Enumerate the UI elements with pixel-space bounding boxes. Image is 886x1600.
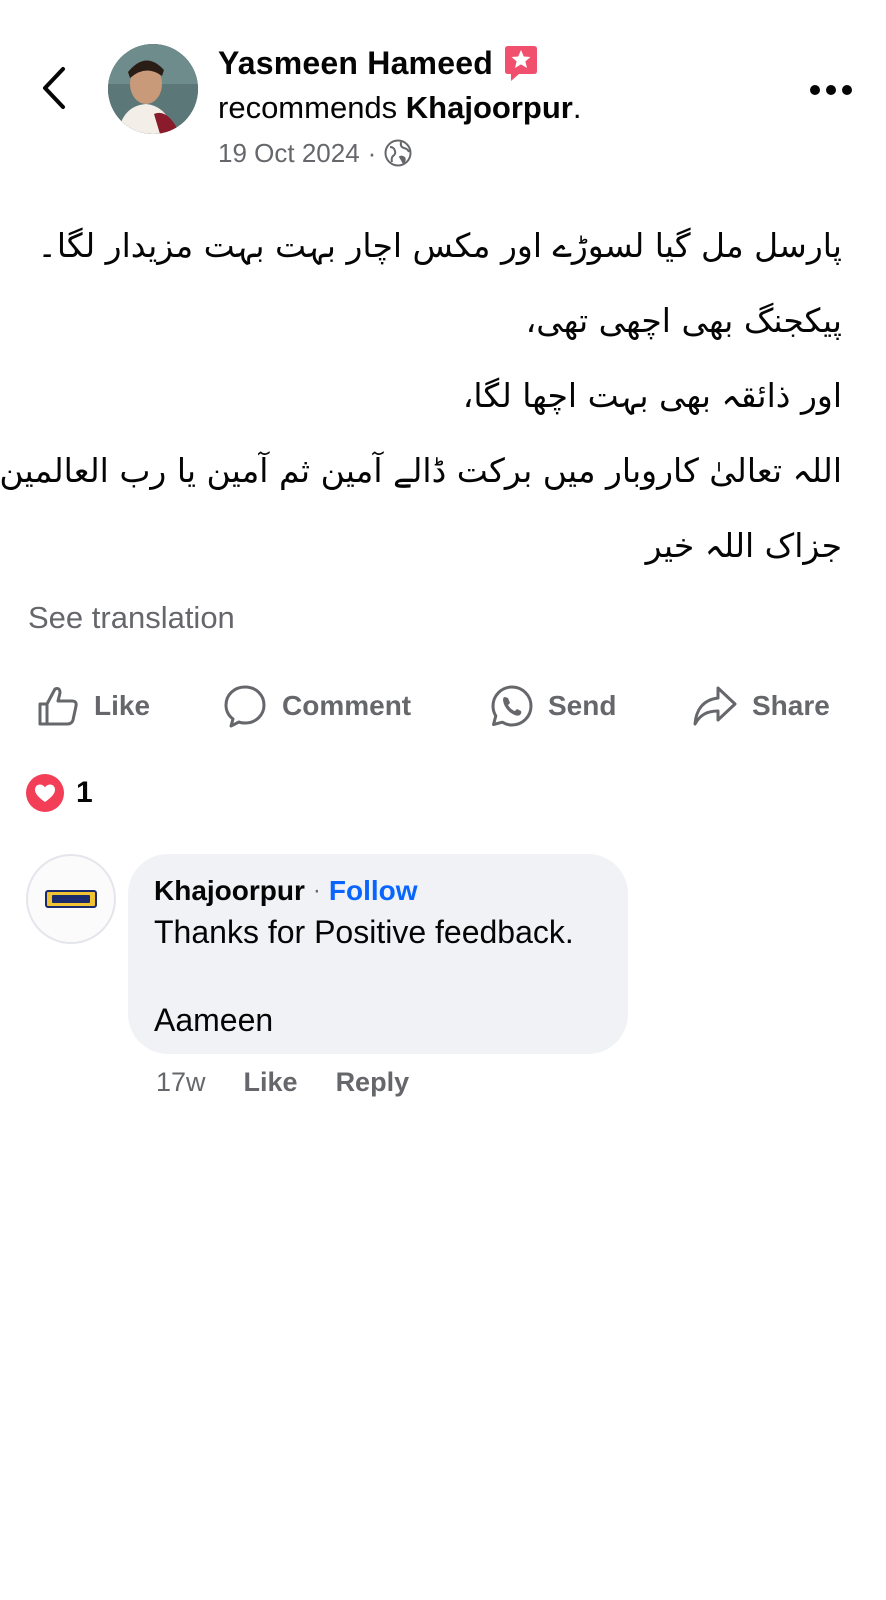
like-label: Like bbox=[94, 690, 151, 721]
recommendation-line: recommends Khajoorpur. bbox=[218, 86, 778, 130]
post-body-line: اور ذائقہ بھی بہت اچھا لگا، bbox=[462, 376, 842, 415]
author-name[interactable]: Yasmeen Hameed bbox=[218, 45, 493, 82]
post-body-line: جزاک اللہ خیر bbox=[645, 526, 842, 565]
like-button[interactable]: Like bbox=[36, 678, 150, 734]
follow-button[interactable]: Follow bbox=[329, 875, 418, 907]
post-body-line: پیکجنگ بھی اچھی تھی، bbox=[525, 301, 842, 340]
recommendation-star-icon bbox=[503, 44, 539, 82]
post-header: Yasmeen Hameed recommends Khajoorpur. 19… bbox=[218, 40, 778, 174]
comment-separator: · bbox=[312, 877, 321, 904]
commenter-avatar[interactable] bbox=[26, 854, 116, 944]
recommends-suffix: . bbox=[572, 90, 582, 125]
more-options-button[interactable] bbox=[806, 78, 856, 102]
comment-meta: 17w Like Reply bbox=[156, 1062, 409, 1102]
share-arrow-icon bbox=[693, 686, 737, 726]
post-detail-page: Yasmeen Hameed recommends Khajoorpur. 19… bbox=[0, 0, 886, 1600]
see-translation-link[interactable]: See translation bbox=[28, 600, 235, 636]
comment-bubble-icon bbox=[224, 685, 266, 728]
profile-photo bbox=[108, 44, 198, 134]
commenter-name[interactable]: Khajoorpur bbox=[154, 875, 305, 907]
comment-text: Thanks for Positive feedback. Aameen bbox=[154, 914, 574, 1038]
back-button[interactable] bbox=[34, 62, 74, 114]
meta-separator: · bbox=[367, 137, 377, 168]
globe-icon bbox=[384, 139, 412, 167]
send-button[interactable]: Send bbox=[490, 678, 616, 734]
comment-label: Comment bbox=[282, 690, 412, 721]
chevron-left-icon bbox=[43, 67, 65, 109]
whatsapp-icon bbox=[491, 685, 533, 727]
author-avatar[interactable] bbox=[108, 44, 198, 134]
share-label: Share bbox=[752, 690, 830, 721]
post-date[interactable]: 19 Oct 2024 bbox=[218, 138, 360, 169]
logo-banner bbox=[52, 895, 90, 903]
heart-reaction-icon bbox=[26, 774, 64, 812]
comment-reply-button[interactable]: Reply bbox=[336, 1067, 410, 1098]
post-body-line: اللہ تعالیٰ کاروبار میں برکت ڈالے آمین ث… bbox=[0, 451, 842, 490]
post-meta: 19 Oct 2024 · bbox=[218, 132, 778, 174]
comment-bubble: Khajoorpur · Follow Thanks for Positive … bbox=[128, 854, 628, 1054]
more-horizontal-icon bbox=[810, 85, 852, 95]
recommends-label: recommends bbox=[218, 90, 406, 125]
page-name-link[interactable]: Khajoorpur bbox=[406, 90, 573, 125]
post-body: پارسل مل گیا لسوڑے اور مکس اچار بہت بہت … bbox=[0, 208, 842, 583]
reaction-summary[interactable]: 1 bbox=[26, 774, 93, 812]
comment-time: 17w bbox=[156, 1066, 206, 1097]
reaction-count: 1 bbox=[76, 776, 93, 809]
send-label: Send bbox=[548, 690, 617, 721]
khajoorpur-logo bbox=[45, 890, 97, 908]
thumbs-up-icon bbox=[38, 687, 78, 726]
share-button[interactable]: Share bbox=[692, 678, 830, 734]
comment-button[interactable]: Comment bbox=[222, 678, 411, 734]
comment-like-button[interactable]: Like bbox=[244, 1067, 298, 1098]
post-body-line: پارسل مل گیا لسوڑے اور مکس اچار بہت بہت … bbox=[37, 226, 842, 265]
action-bar: Like Comment Send Share bbox=[0, 678, 886, 734]
